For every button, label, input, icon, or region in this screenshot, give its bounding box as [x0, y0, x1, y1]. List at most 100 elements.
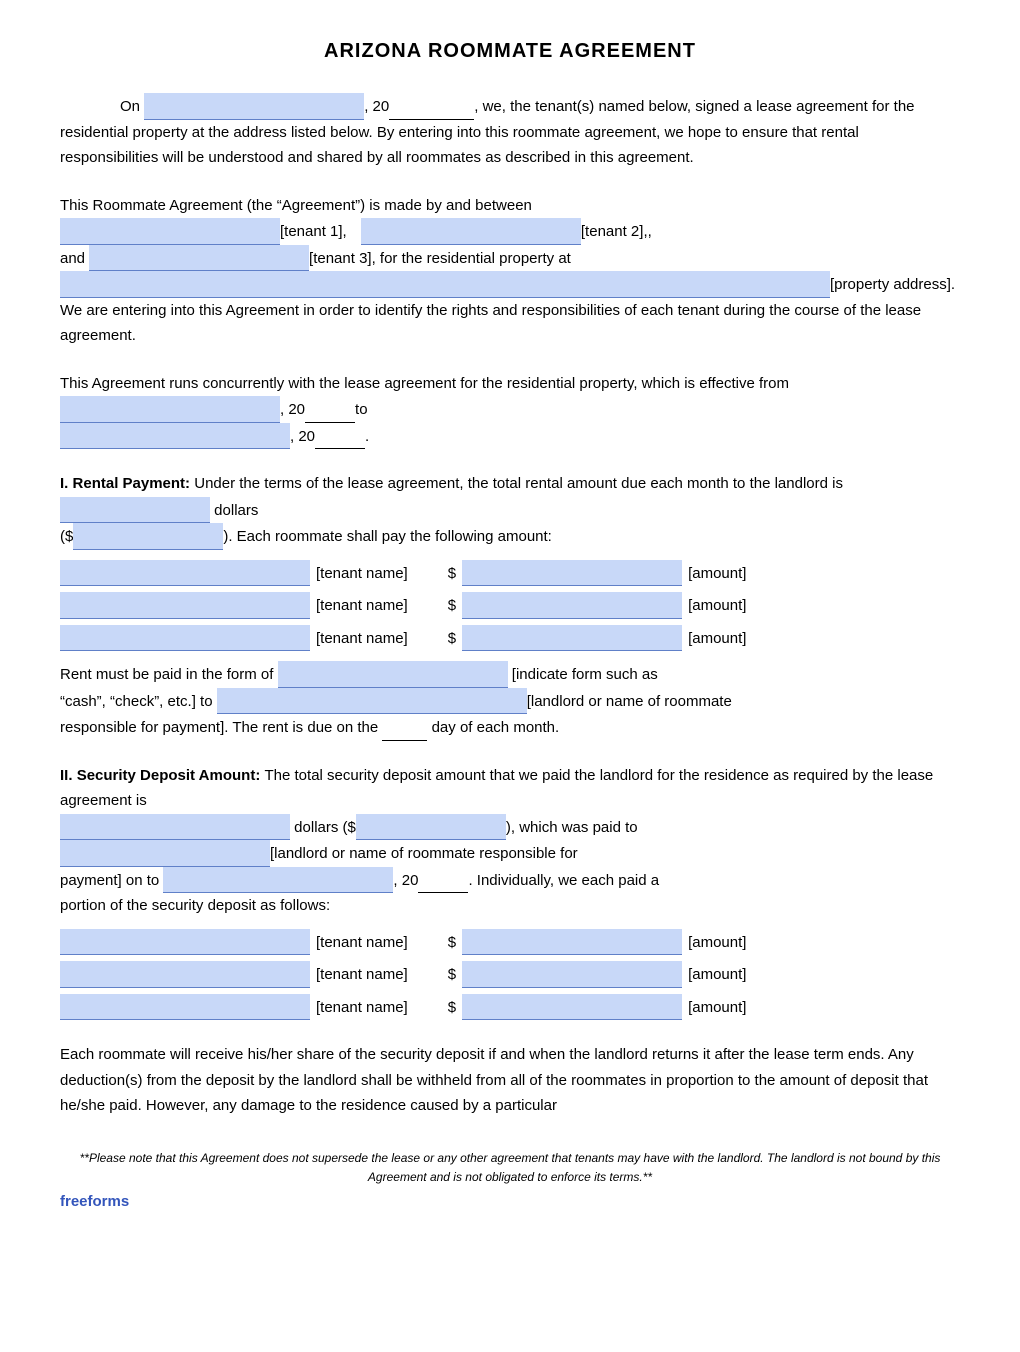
dep-dollar2: $: [448, 962, 456, 988]
tenant2-label: [tenant 2],,: [581, 223, 652, 240]
dep-tenant1-label: [tenant name]: [316, 930, 408, 956]
tenant1-label: [tenant 1],: [280, 223, 347, 240]
tenant1-row-label: [tenant name]: [316, 561, 408, 587]
which-label: ), which was paid to: [506, 819, 638, 836]
tenant3-name-field[interactable]: [60, 625, 310, 652]
dep-tenant2-label: [tenant name]: [316, 962, 408, 988]
concurrent-text1: This Agreement runs concurrently with th…: [60, 375, 789, 392]
section1-heading2: Rental Payment:: [73, 475, 191, 492]
dep-tenant3-label: [tenant name]: [316, 995, 408, 1021]
amount-col: $ [amount]: [448, 592, 747, 619]
dollar-sign1: $: [448, 561, 456, 587]
footer-note: **Please note that this Agreement does n…: [60, 1149, 960, 1187]
amount3-label: [amount]: [688, 626, 746, 652]
tenant-name-col: [tenant name]: [60, 592, 408, 619]
deposit-dollars-field[interactable]: [60, 814, 290, 841]
paren-pre: ($: [60, 528, 73, 545]
concurrent-mid1: , 20: [280, 401, 305, 418]
amount-col: $ [amount]: [448, 994, 747, 1021]
intro-on-label: On: [120, 98, 140, 115]
tenant3-field[interactable]: [89, 245, 309, 272]
intro-20-label: , 20: [364, 98, 389, 115]
tenant3-row-label: [tenant name]: [316, 626, 408, 652]
tenant1-name-field[interactable]: [60, 560, 310, 587]
to-year-field[interactable]: [315, 423, 365, 450]
tenant-name-col: [tenant name]: [60, 625, 408, 652]
tenant2-name-field[interactable]: [60, 592, 310, 619]
dep-dollar1: $: [448, 930, 456, 956]
amount2-label: [amount]: [688, 593, 746, 619]
effective-from-field[interactable]: [60, 396, 280, 423]
and-text: and: [60, 250, 85, 267]
amount3-field[interactable]: [462, 625, 682, 652]
dollars-label: dollars: [214, 502, 258, 519]
to-date-field[interactable]: [60, 423, 290, 450]
intro-date-field[interactable]: [144, 93, 364, 120]
intro-section: On , 20 , we, the tenant(s) named below,…: [60, 93, 960, 171]
section1-heading: I.: [60, 475, 68, 492]
tenant3-label: [tenant 3], for the residential property…: [309, 250, 571, 267]
dep-amount1-label: [amount]: [688, 930, 746, 956]
from-year-field[interactable]: [305, 396, 355, 423]
section2-heading: II.: [60, 767, 73, 784]
section2: II. Security Deposit Amount: The total s…: [60, 763, 960, 1021]
tenant2-field[interactable]: [361, 218, 581, 245]
table-row: [tenant name] $ [amount]: [60, 961, 960, 988]
rent-form-pre: Rent must be paid in the form of: [60, 666, 273, 683]
document-title: ARIZONA ROOMMATE AGREEMENT: [60, 40, 960, 63]
dollar-sign3: $: [448, 626, 456, 652]
dep-amount3-field[interactable]: [462, 994, 682, 1021]
table-row: [tenant name] $ [amount]: [60, 994, 960, 1021]
closing-paragraph: Each roommate will receive his/her share…: [60, 1042, 960, 1119]
property-field[interactable]: [60, 271, 830, 298]
section1: I. Rental Payment: Under the terms of th…: [60, 471, 960, 741]
rental-amount-field[interactable]: [60, 497, 210, 524]
due-day-field[interactable]: [382, 714, 427, 741]
dep-tenant3-field[interactable]: [60, 994, 310, 1021]
amount2-field[interactable]: [462, 592, 682, 619]
dep-amount2-label: [amount]: [688, 962, 746, 988]
table-row: [tenant name] $ [amount]: [60, 625, 960, 652]
concurrent-end: .: [365, 428, 369, 445]
dep-dollar3: $: [448, 995, 456, 1021]
amount-col: $ [amount]: [448, 625, 747, 652]
deposit-tenant-table: [tenant name] $ [amount] [tenant name]: [60, 929, 960, 1021]
deposit-landlord-field[interactable]: [60, 840, 270, 867]
dollars-label2: dollars ($: [294, 819, 356, 836]
agreement-intro-text1: This Roommate Agreement (the “Agreement”…: [60, 197, 532, 214]
concurrent-mid2: , 20: [290, 428, 315, 445]
closing-text: Each roommate will receive his/her share…: [60, 1046, 928, 1114]
dep-amount1-field[interactable]: [462, 929, 682, 956]
dollar-amount-field[interactable]: [73, 523, 223, 550]
date-mid: , 20: [393, 872, 418, 889]
day-label: day of each month.: [432, 719, 560, 736]
deposit-year-field[interactable]: [418, 867, 468, 894]
dep-tenant2-field[interactable]: [60, 961, 310, 988]
tenant-name-col: [tenant name]: [60, 929, 408, 956]
amount-col: $ [amount]: [448, 961, 747, 988]
paren-post: ). Each roommate shall pay the following…: [223, 528, 552, 545]
deposit-amount-field[interactable]: [356, 814, 506, 841]
amount1-label: [amount]: [688, 561, 746, 587]
dep-tenant1-field[interactable]: [60, 929, 310, 956]
tenant-name-col: [tenant name]: [60, 560, 408, 587]
agreement-intro-section: This Roommate Agreement (the “Agreement”…: [60, 193, 960, 349]
landlord-name-field[interactable]: [217, 688, 527, 715]
table-row: [tenant name] $ [amount]: [60, 560, 960, 587]
dep-amount2-field[interactable]: [462, 961, 682, 988]
section1-text1: Under the terms of the lease agreement, …: [194, 475, 843, 492]
dep-amount3-label: [amount]: [688, 995, 746, 1021]
footer-brand: freeforms: [60, 1193, 960, 1210]
deposit-date-field[interactable]: [163, 867, 393, 894]
tenant2-row-label: [tenant name]: [316, 593, 408, 619]
table-row: [tenant name] $ [amount]: [60, 929, 960, 956]
tenant1-field[interactable]: [60, 218, 280, 245]
tenant-amount-table: [tenant name] $ [amount] [tenant name]: [60, 560, 960, 652]
amount-col: $ [amount]: [448, 929, 747, 956]
intro-year-field[interactable]: [389, 93, 474, 120]
tenant-name-col: [tenant name]: [60, 961, 408, 988]
rent-form-field[interactable]: [278, 661, 508, 688]
concurrent-section: This Agreement runs concurrently with th…: [60, 371, 960, 450]
amount1-field[interactable]: [462, 560, 682, 587]
amount-col: $ [amount]: [448, 560, 747, 587]
